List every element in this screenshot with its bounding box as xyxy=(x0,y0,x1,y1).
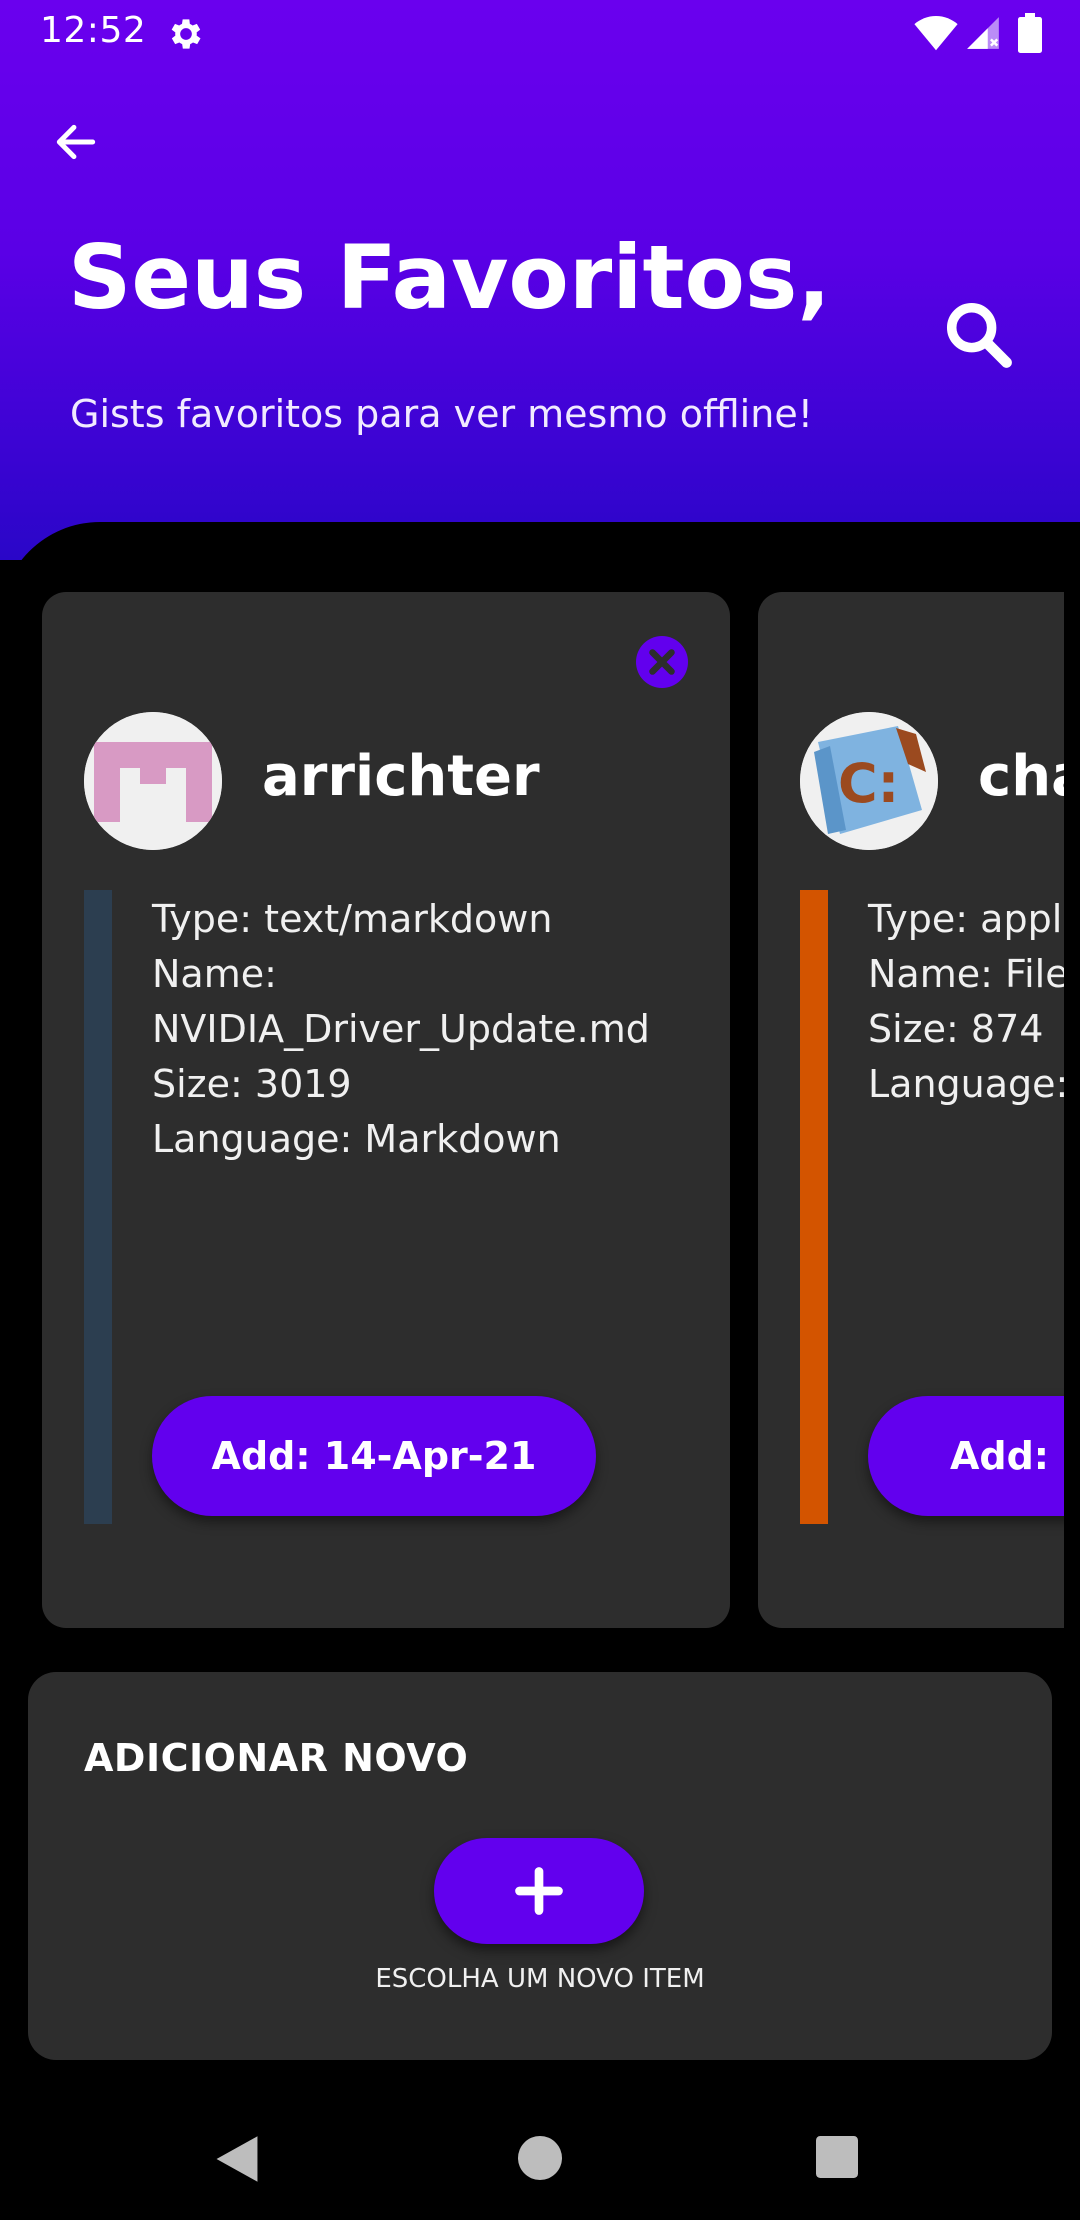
added-date-label: Add: 14 xyxy=(950,1434,1064,1478)
avatar xyxy=(84,712,222,850)
gist-card[interactable]: C: cha Type: appl Name: File Size: 874 L… xyxy=(758,592,1064,1628)
gist-details: Type: text/markdown Name: NVIDIA_Driver_… xyxy=(152,892,650,1167)
system-navigation-bar xyxy=(0,2090,1080,2220)
gist-size: Size: 3019 xyxy=(152,1062,352,1106)
gist-name: NVIDIA_Driver_Update.md xyxy=(152,1007,650,1051)
chocolate-avatar: C: xyxy=(800,712,938,850)
wifi-icon xyxy=(914,16,958,51)
cell-signal-icon xyxy=(967,17,999,49)
search-icon[interactable] xyxy=(940,296,1016,372)
page-title: Seus Favoritos, xyxy=(68,226,831,329)
nav-home-icon[interactable] xyxy=(518,2136,562,2180)
status-bar: 12:52 xyxy=(0,0,1080,66)
added-date-button[interactable]: Add: 14-Apr-21 xyxy=(152,1396,596,1516)
svg-text:C:: C: xyxy=(838,752,899,815)
gist-language: Language: Markdown xyxy=(152,1117,561,1161)
language-color-bar xyxy=(84,890,112,1524)
add-item-button[interactable] xyxy=(434,1838,644,1944)
gist-card[interactable]: arrichter Type: text/markdown Name: NVID… xyxy=(42,592,730,1628)
gist-size: Size: 874 xyxy=(868,1007,1044,1051)
gist-name-label: Name: xyxy=(152,952,277,996)
gist-language: Language: xyxy=(868,1062,1064,1106)
nav-recents-icon[interactable] xyxy=(816,2136,858,2178)
back-button[interactable] xyxy=(44,110,108,174)
arrow-left-icon xyxy=(56,124,96,160)
gist-name: Name: File xyxy=(868,952,1064,996)
gist-type: Type: appl xyxy=(868,897,1063,941)
page-subtitle: Gists favoritos para ver mesmo offline! xyxy=(70,392,813,436)
gist-details: Type: appl Name: File Size: 874 Language… xyxy=(868,892,1064,1112)
add-new-title: ADICIONAR NOVO xyxy=(84,1736,469,1780)
battery-icon xyxy=(1018,13,1042,53)
username: arrichter xyxy=(262,744,540,809)
language-color-bar xyxy=(800,890,828,1524)
close-circle-icon[interactable] xyxy=(636,636,688,688)
avatar: C: xyxy=(800,712,938,850)
add-new-caption: ESCOLHA UM NOVO ITEM xyxy=(375,1964,705,1994)
gist-type: Type: text/markdown xyxy=(152,897,553,941)
header: 12:52 Seus Favoritos, Gists favoritos pa… xyxy=(0,0,1080,560)
plus-icon xyxy=(515,1867,563,1915)
status-time: 12:52 xyxy=(40,10,147,51)
username: cha xyxy=(978,744,1064,809)
added-date-button[interactable]: Add: 14 xyxy=(868,1396,1064,1516)
settings-gear-icon xyxy=(171,19,201,49)
identicon-avatar xyxy=(84,712,222,850)
add-new-panel: ADICIONAR NOVO ESCOLHA UM NOVO ITEM xyxy=(28,1672,1052,2060)
nav-back-icon[interactable] xyxy=(214,2134,260,2184)
